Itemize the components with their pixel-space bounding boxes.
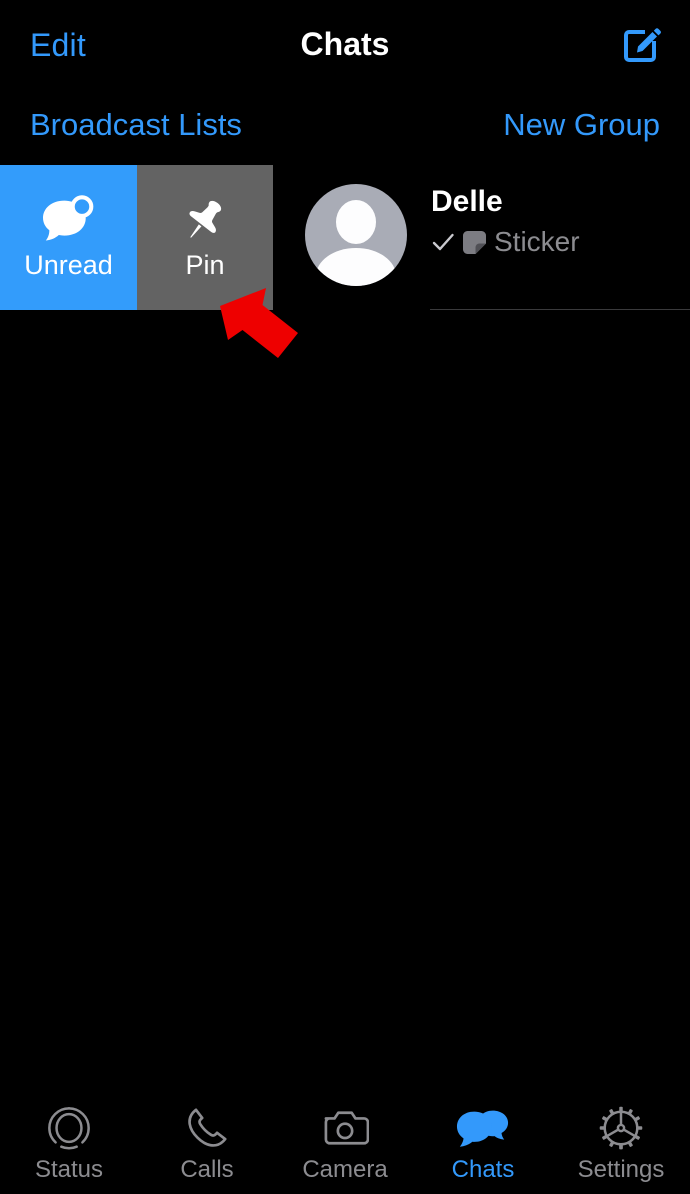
tab-calls-label: Calls — [180, 1156, 234, 1183]
swipe-action-unread-label: Unread — [24, 249, 113, 280]
tab-settings[interactable]: Settings — [552, 1090, 690, 1194]
tab-camera-label: Camera — [302, 1156, 388, 1183]
swipe-action-pin-label: Pin — [185, 249, 225, 280]
avatar-body — [316, 248, 396, 286]
camera-icon — [321, 1104, 369, 1152]
swipe-action-unread[interactable]: Unread — [0, 165, 137, 310]
tab-chats-label: Chats — [451, 1156, 515, 1183]
gear-icon — [598, 1104, 644, 1152]
chat-list-row-swiped: Unread Pin Delle Sticker — [0, 165, 690, 310]
chat-preview-text: Sticker — [494, 226, 580, 257]
avatar-head — [336, 200, 376, 244]
chat-row-content[interactable]: Delle Sticker — [273, 165, 690, 310]
compose-icon[interactable] — [618, 22, 664, 68]
chat-message-preview: Sticker — [431, 225, 681, 259]
tab-calls[interactable]: Calls — [138, 1090, 276, 1194]
sub-action-bar: Broadcast Lists New Group — [0, 98, 690, 160]
app-screen: Edit Chats Broadcast Lists New Group Unr… — [0, 0, 690, 1194]
sticker-icon — [463, 230, 486, 254]
red-arrow-annotation — [216, 286, 302, 362]
tab-status-label: Status — [34, 1156, 104, 1183]
pin-icon — [179, 195, 231, 247]
chat-bubbles-icon — [456, 1104, 510, 1152]
row-separator — [430, 309, 690, 310]
phone-handset-icon — [184, 1104, 230, 1152]
chat-row-text: Delle Sticker — [431, 183, 681, 259]
tab-camera[interactable]: Camera — [276, 1090, 414, 1194]
tab-settings-label: Settings — [577, 1156, 665, 1183]
unread-chat-bubble-icon — [37, 194, 101, 247]
new-group-button[interactable]: New Group — [503, 104, 660, 146]
page-title: Chats — [300, 26, 390, 62]
avatar — [305, 184, 407, 286]
status-ring-icon — [46, 1104, 92, 1152]
bottom-tab-bar: Status Calls Camera Chats Settings — [0, 1090, 690, 1194]
tab-chats[interactable]: Chats — [414, 1090, 552, 1194]
navigation-bar: Edit Chats — [0, 0, 690, 88]
single-check-icon — [432, 233, 454, 251]
broadcast-lists-button[interactable]: Broadcast Lists — [30, 104, 242, 146]
tab-status[interactable]: Status — [0, 1090, 138, 1194]
chat-contact-name: Delle — [431, 185, 503, 218]
